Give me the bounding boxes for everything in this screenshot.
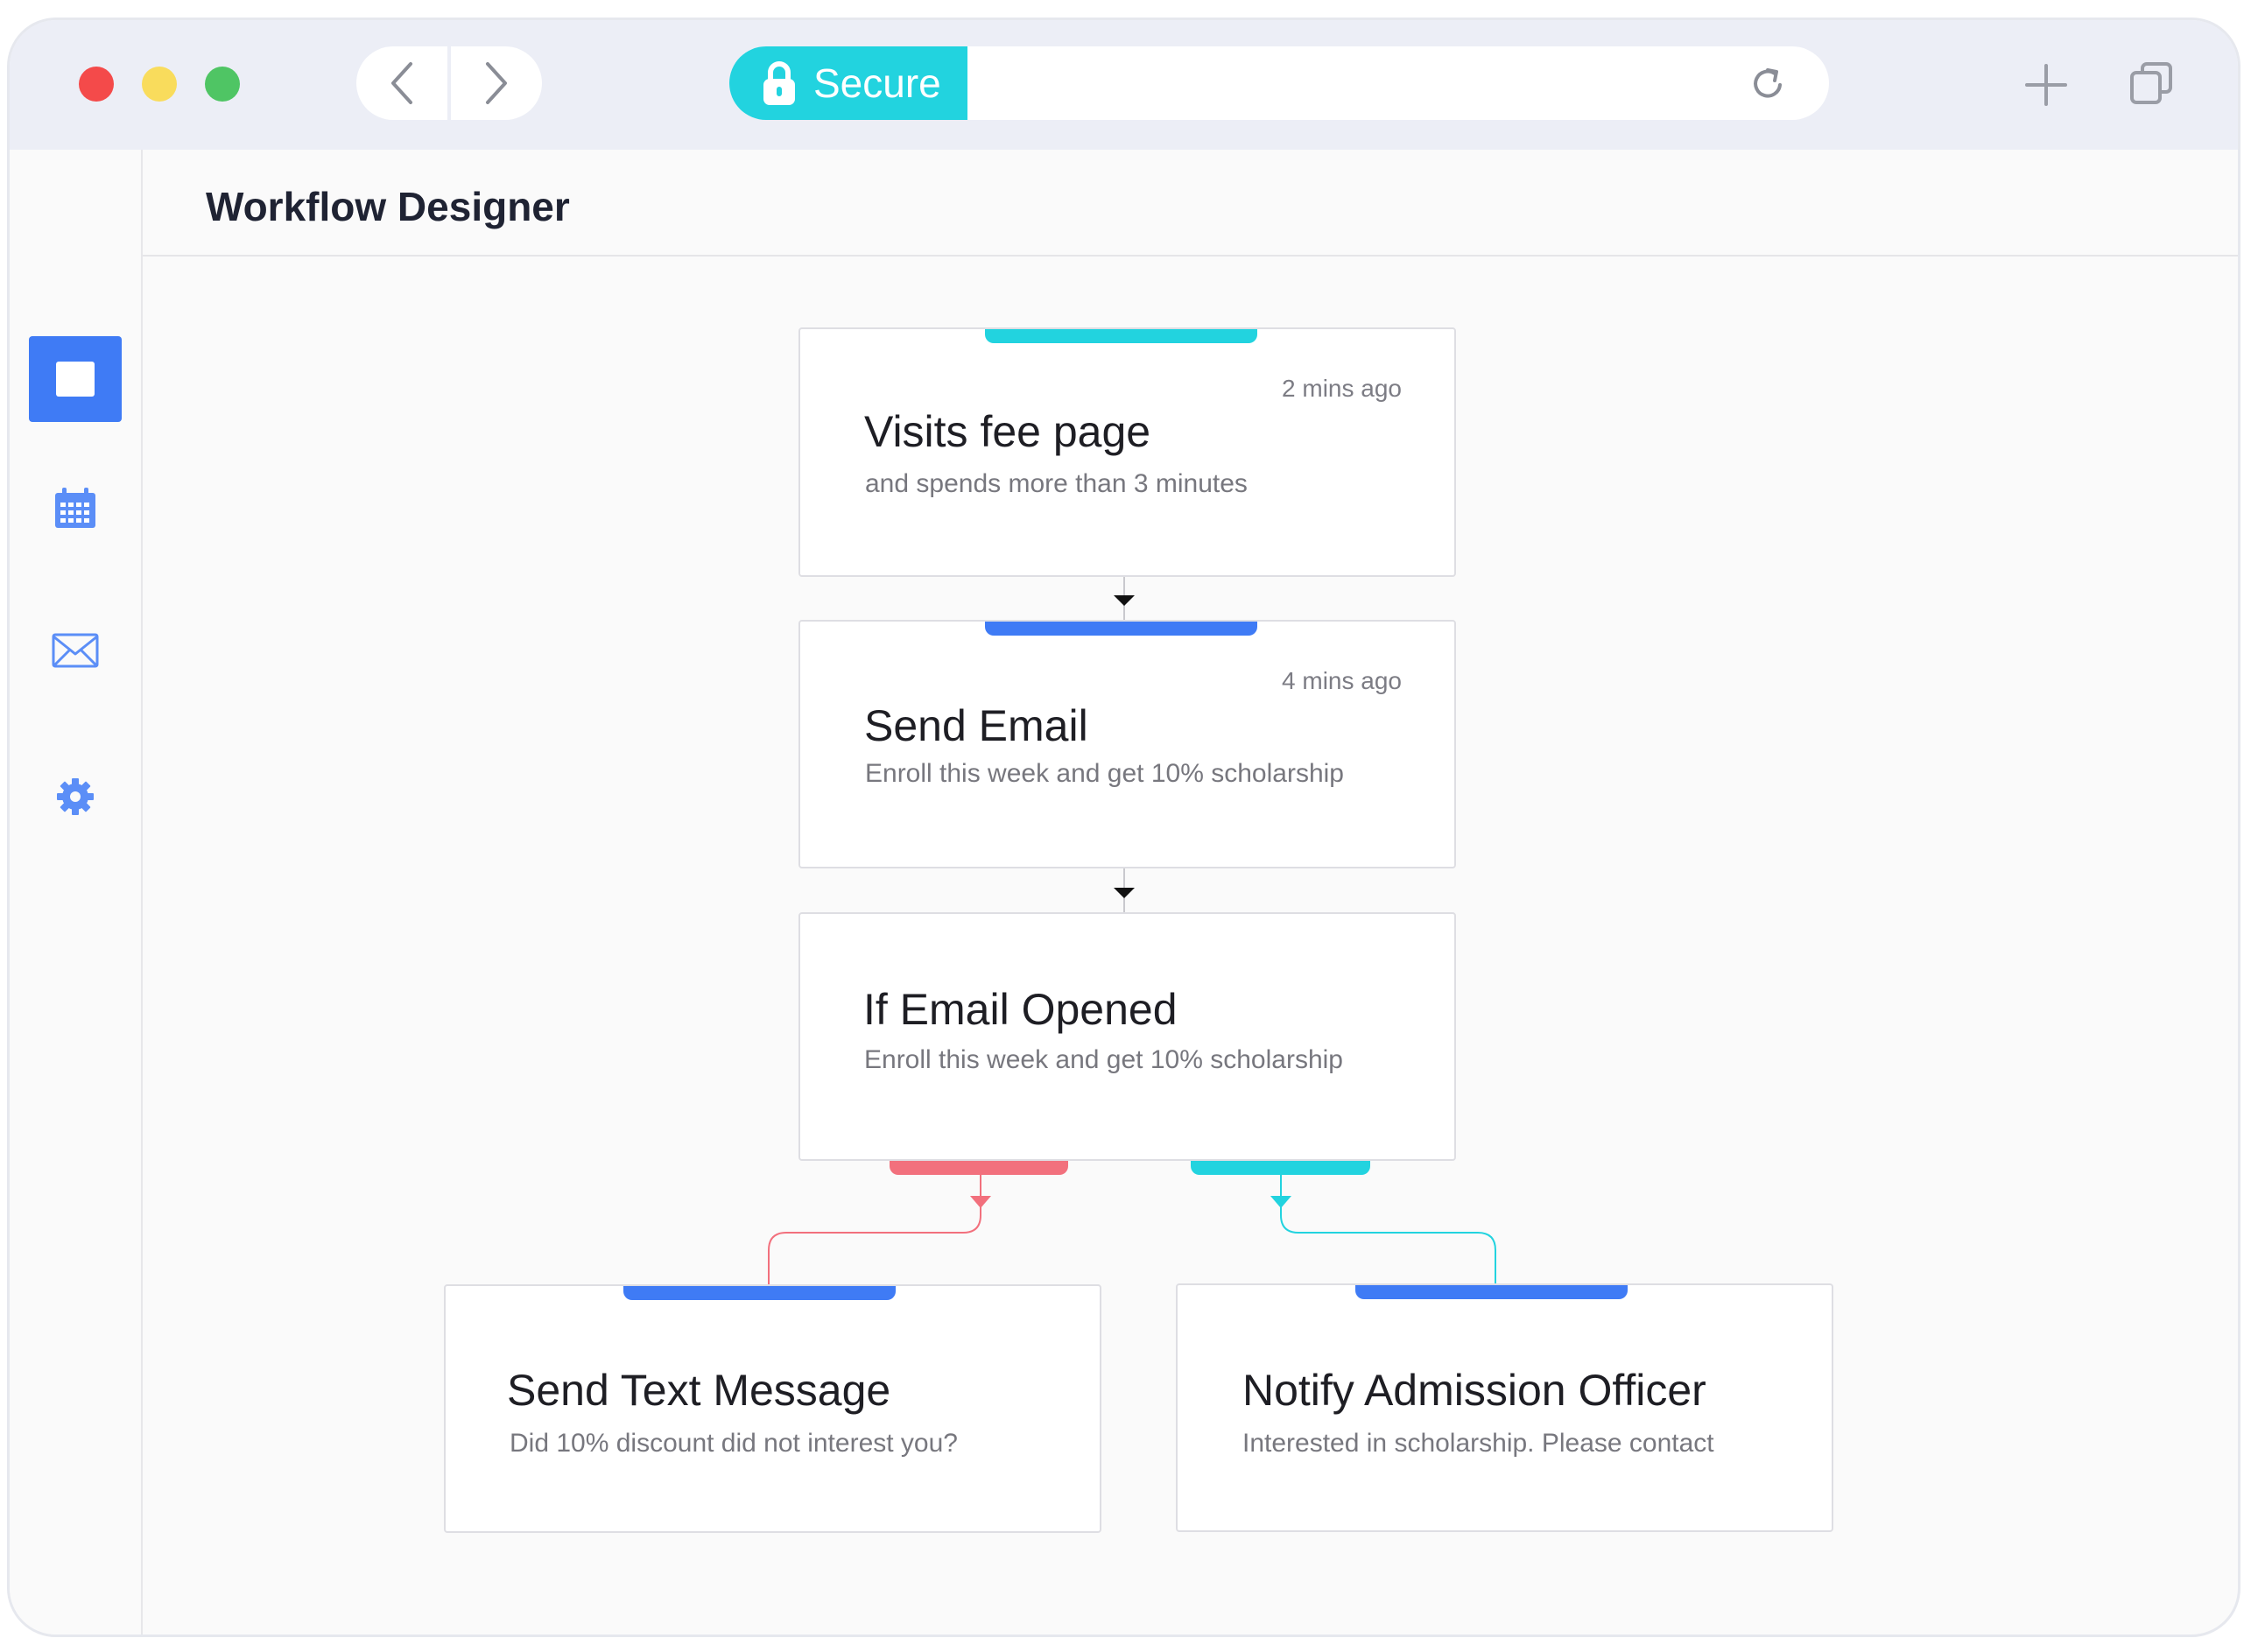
sidebar-item-settings[interactable]	[29, 754, 122, 840]
node-subtitle: Enroll this week and get 10% scholarship	[865, 759, 1344, 788]
address-bar[interactable]: Secure	[729, 46, 1829, 120]
node-accent-tab	[985, 622, 1257, 636]
gear-icon	[57, 778, 94, 815]
sidebar-item-mail[interactable]	[29, 608, 122, 693]
secure-label: Secure	[813, 60, 941, 106]
chevron-left-icon	[391, 62, 412, 104]
node-subtitle: Interested in scholarship. Please contac…	[1242, 1429, 1714, 1458]
node-time: 2 mins ago	[1282, 375, 1402, 402]
node-title: Send Text Message	[507, 1366, 891, 1415]
maximize-window-button[interactable]	[205, 67, 240, 102]
reload-icon[interactable]	[1748, 64, 1787, 102]
node-time: 4 mins ago	[1282, 667, 1402, 694]
node-title: If Email Opened	[863, 985, 1178, 1034]
dashboard-icon	[56, 362, 95, 397]
branch-yes-tab[interactable]	[1191, 1161, 1370, 1175]
node-title: Send Email	[864, 701, 1088, 750]
browser-titlebar: Secure	[10, 20, 2238, 150]
node-title: Notify Admission Officer	[1242, 1366, 1706, 1415]
node-accent-tab	[1355, 1285, 1628, 1299]
workflow-node-visits-fee-page[interactable]: 2 mins ago Visits fee page and spends mo…	[798, 327, 1456, 577]
calendar-icon	[55, 488, 95, 528]
secure-badge[interactable]: Secure	[729, 46, 967, 120]
forward-button[interactable]	[451, 46, 542, 120]
workflow-node-if-email-opened[interactable]: If Email Opened Enroll this week and get…	[798, 912, 1456, 1161]
workflow-node-send-email[interactable]: 4 mins ago Send Email Enroll this week a…	[798, 620, 1456, 868]
sidebar	[10, 150, 143, 1634]
node-subtitle: and spends more than 3 minutes	[865, 469, 1248, 498]
node-accent-tab	[623, 1286, 896, 1300]
tabs-icon[interactable]	[2128, 60, 2174, 106]
workflow-node-notify-admission-officer[interactable]: Notify Admission Officer Interested in s…	[1176, 1283, 1833, 1532]
workflow-node-send-text-message[interactable]: Send Text Message Did 10% discount did n…	[444, 1284, 1101, 1533]
page-title: Workflow Designer	[206, 184, 570, 229]
close-window-button[interactable]	[79, 67, 114, 102]
plus-icon[interactable]	[2023, 62, 2069, 108]
branch-no-tab[interactable]	[890, 1161, 1068, 1175]
sidebar-item-dashboard[interactable]	[29, 336, 122, 422]
node-title: Visits fee page	[864, 407, 1151, 456]
back-button[interactable]	[356, 46, 447, 120]
nav-button-group	[356, 46, 542, 120]
mail-icon	[52, 633, 99, 668]
node-accent-tab	[985, 329, 1257, 343]
node-subtitle: Enroll this week and get 10% scholarship	[864, 1045, 1343, 1074]
page-header: Workflow Designer	[143, 150, 2238, 257]
node-subtitle: Did 10% discount did not interest you?	[510, 1429, 958, 1458]
chevron-right-icon	[486, 62, 507, 104]
lock-icon	[763, 60, 796, 106]
minimize-window-button[interactable]	[142, 67, 177, 102]
sidebar-item-calendar[interactable]	[29, 465, 122, 551]
